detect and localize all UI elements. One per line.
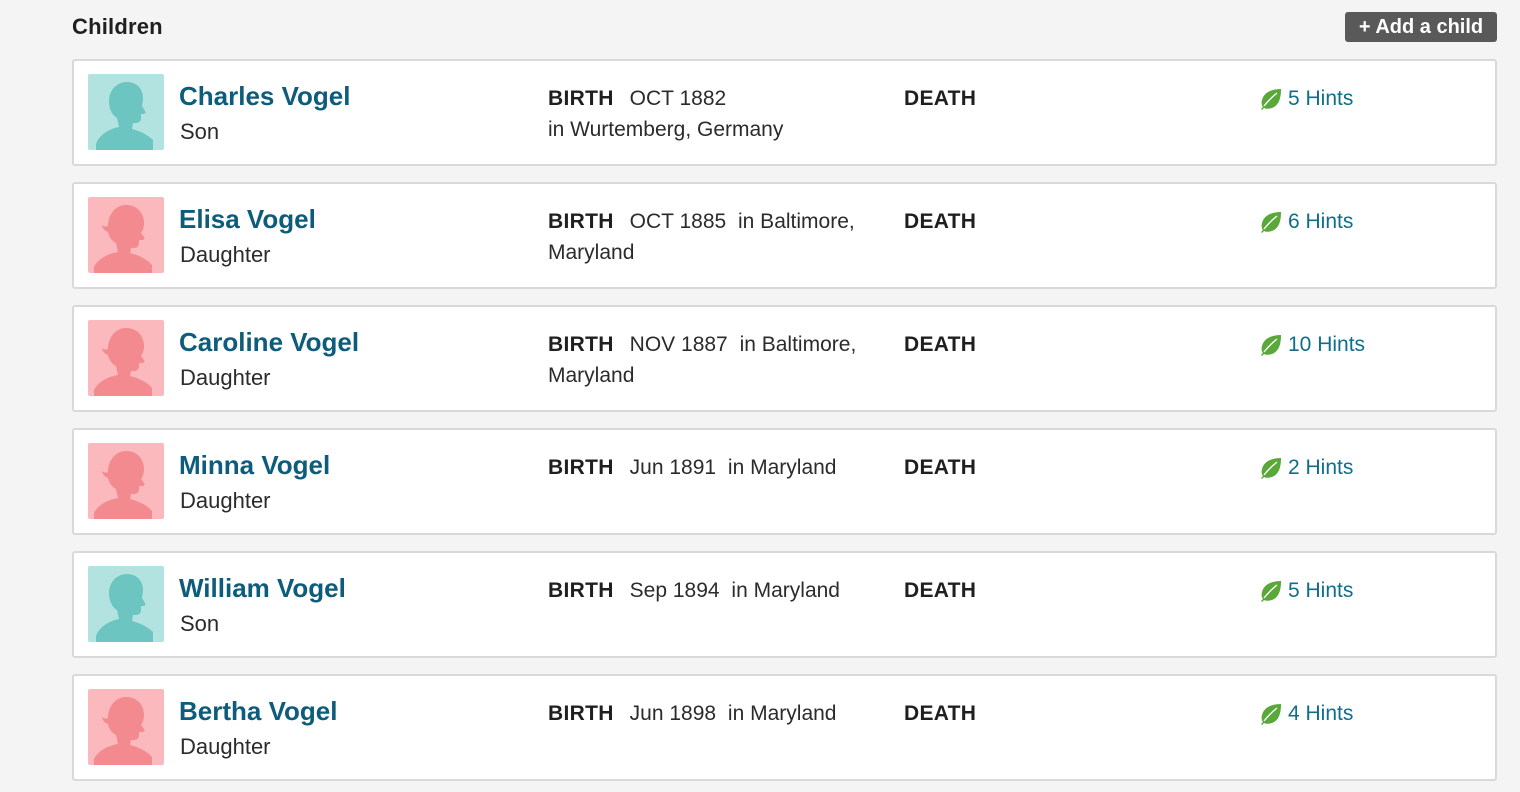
children-section: Children + Add a child Charles Vogel Son… (0, 0, 1520, 792)
birth-label: BIRTH (548, 87, 614, 110)
death-label: DEATH (904, 87, 977, 110)
birth-date: Jun 1891 (629, 456, 717, 479)
hints-count: 6 Hints (1288, 209, 1354, 233)
child-name-link[interactable]: Caroline Vogel (179, 327, 359, 358)
leaf-icon (1261, 457, 1281, 479)
male-silhouette-icon[interactable] (88, 566, 164, 642)
birth-place: in Wurtemberg, Germany (548, 118, 784, 141)
birth-place: in Maryland (722, 456, 837, 479)
child-card[interactable]: Bertha Vogel Daughter BIRTH Jun 1898 in M… (72, 674, 1497, 781)
death-label: DEATH (904, 210, 977, 233)
leaf-icon (1261, 88, 1281, 110)
birth-label: BIRTH (548, 210, 614, 233)
female-silhouette-icon[interactable] (88, 320, 164, 396)
child-name-link[interactable]: Charles Vogel (179, 81, 350, 112)
birth-place: in Maryland (725, 579, 840, 602)
leaf-icon (1261, 211, 1281, 233)
death-label: DEATH (904, 333, 977, 356)
child-card[interactable]: Caroline Vogel Daughter BIRTH NOV 1887 in… (72, 305, 1497, 412)
hints-count: 5 Hints (1288, 578, 1354, 602)
child-card[interactable]: Elisa Vogel Daughter BIRTH OCT 1885 in Ba… (72, 182, 1497, 289)
leaf-icon (1261, 334, 1281, 356)
hints-link[interactable]: 5 Hints (1260, 83, 1353, 114)
birth-date: Jun 1898 (629, 702, 717, 725)
child-name-link[interactable]: William Vogel (179, 573, 346, 604)
hints-count: 4 Hints (1288, 701, 1354, 725)
birth-place: in Maryland (722, 702, 837, 725)
birth-info: BIRTH NOV 1887 in Baltimore, Maryland (548, 329, 888, 391)
section-title: Children (72, 14, 163, 39)
hints-count: 5 Hints (1288, 86, 1354, 110)
birth-info: BIRTH OCT 1885 in Baltimore, Maryland (548, 206, 888, 268)
child-relation: Daughter (180, 488, 271, 513)
birth-info: BIRTH OCT 1882 in Wurtemberg, Germany (548, 83, 888, 145)
death-label: DEATH (904, 702, 977, 725)
child-relation: Daughter (180, 365, 271, 390)
birth-date: OCT 1882 (629, 87, 727, 110)
male-silhouette-icon[interactable] (88, 74, 164, 150)
hints-count: 2 Hints (1288, 455, 1354, 479)
death-label: DEATH (904, 579, 977, 602)
leaf-icon (1261, 703, 1281, 725)
hints-link[interactable]: 6 Hints (1260, 206, 1353, 237)
child-relation: Daughter (180, 734, 271, 759)
child-card[interactable]: William Vogel Son BIRTH Sep 1894 in Maryl… (72, 551, 1497, 658)
hints-link[interactable]: 5 Hints (1260, 575, 1353, 606)
child-relation: Son (180, 119, 220, 144)
hints-link[interactable]: 2 Hints (1260, 452, 1353, 483)
child-name-link[interactable]: Minna Vogel (179, 450, 330, 481)
female-silhouette-icon[interactable] (88, 689, 164, 765)
birth-label: BIRTH (548, 579, 614, 602)
birth-info: BIRTH Sep 1894 in Maryland (548, 575, 888, 606)
hints-link[interactable]: 10 Hints (1260, 329, 1365, 360)
death-label: DEATH (904, 456, 977, 479)
birth-date: OCT 1885 (629, 210, 727, 233)
hints-count: 10 Hints (1288, 332, 1366, 356)
birth-info: BIRTH Jun 1891 in Maryland (548, 452, 888, 483)
female-silhouette-icon[interactable] (88, 197, 164, 273)
birth-info: BIRTH Jun 1898 in Maryland (548, 698, 888, 729)
child-name-link[interactable]: Bertha Vogel (179, 696, 337, 727)
child-card[interactable]: Charles Vogel Son BIRTH OCT 1882 in Wurte… (72, 59, 1497, 166)
birth-date: NOV 1887 (629, 333, 728, 356)
child-name-link[interactable]: Elisa Vogel (179, 204, 316, 235)
female-silhouette-icon[interactable] (88, 443, 164, 519)
birth-label: BIRTH (548, 333, 614, 356)
child-relation: Daughter (180, 242, 271, 267)
birth-date: Sep 1894 (629, 579, 720, 602)
leaf-icon (1261, 580, 1281, 602)
add-child-button[interactable]: + Add a child (1345, 12, 1497, 42)
birth-label: BIRTH (548, 456, 614, 479)
birth-label: BIRTH (548, 702, 614, 725)
child-card[interactable]: Minna Vogel Daughter BIRTH Jun 1891 in Ma… (72, 428, 1497, 535)
hints-link[interactable]: 4 Hints (1260, 698, 1353, 729)
child-relation: Son (180, 611, 220, 636)
